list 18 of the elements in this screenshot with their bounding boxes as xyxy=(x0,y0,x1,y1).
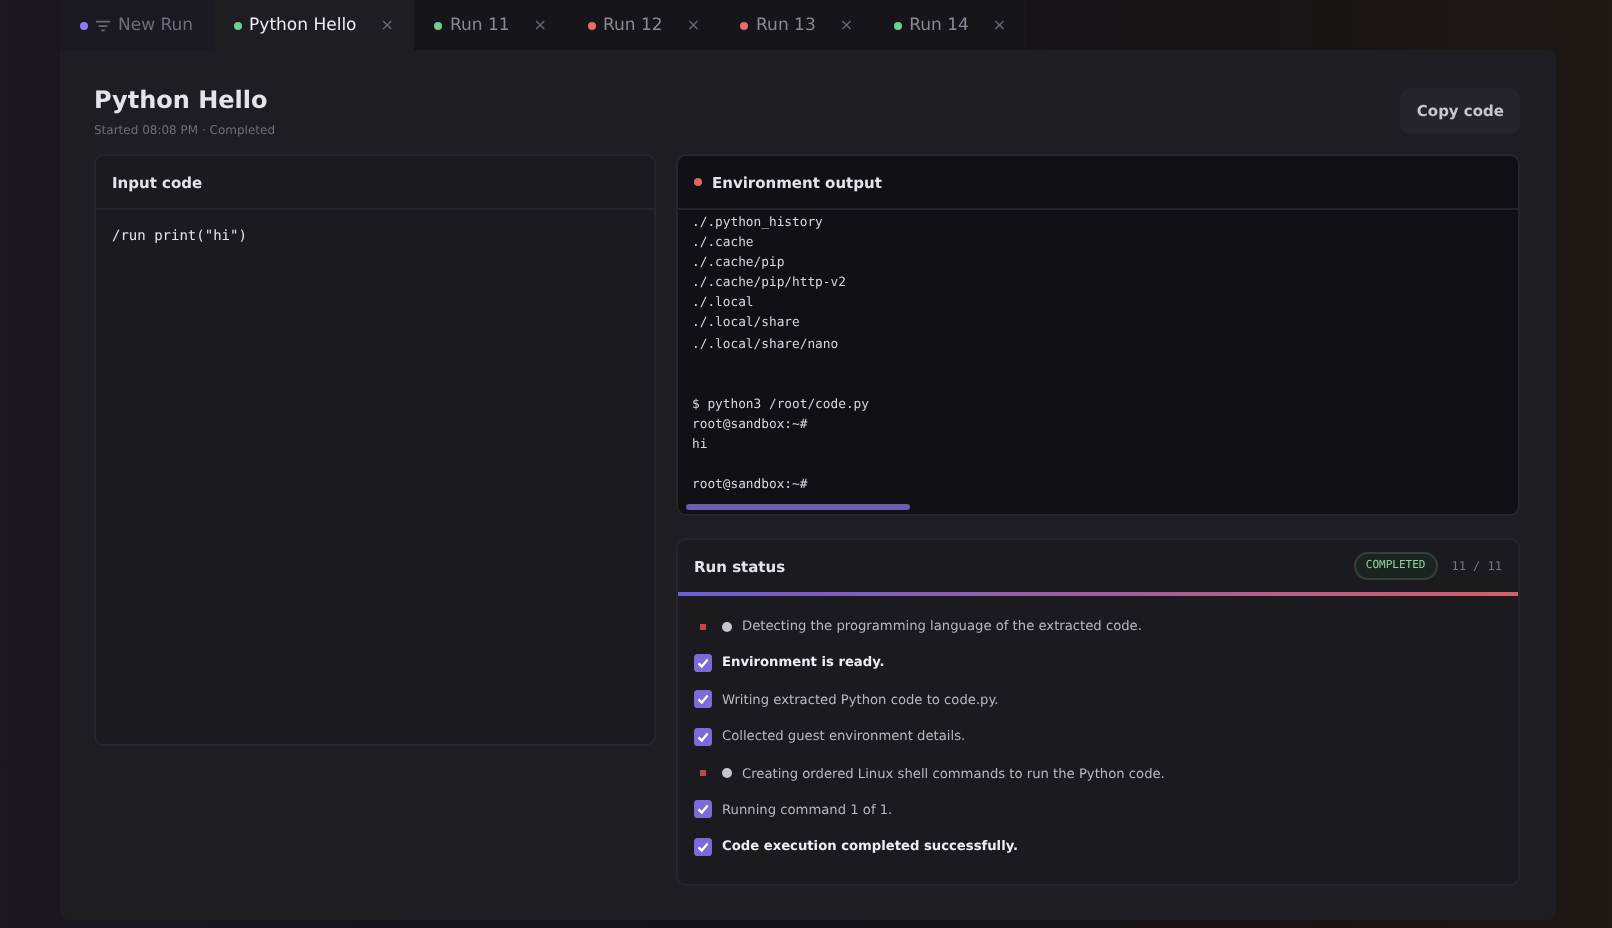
tab-label: Run 14 xyxy=(909,15,969,35)
close-tab-button[interactable]: × xyxy=(686,16,701,34)
close-tab-button[interactable]: × xyxy=(992,16,1007,34)
tab[interactable]: New Run xyxy=(60,0,214,50)
scrollbar-thumb[interactable] xyxy=(686,504,910,510)
close-tab-button[interactable]: × xyxy=(533,16,547,34)
tab-label: Run 12 xyxy=(603,15,663,35)
tab[interactable]: Python Hello × xyxy=(213,0,414,50)
tab-label: Run 11 xyxy=(449,15,510,35)
circle-icon xyxy=(722,768,732,779)
close-tab-button[interactable]: × xyxy=(839,16,854,34)
run-title: Python Hello xyxy=(94,86,270,114)
tab-label: Python Hello xyxy=(249,15,357,35)
tab-label: Run 13 xyxy=(756,15,816,35)
tab-label: New Run xyxy=(118,15,194,35)
close-tab-button[interactable]: × xyxy=(380,16,394,34)
filter-icon xyxy=(96,19,110,31)
circle-icon xyxy=(722,621,732,631)
